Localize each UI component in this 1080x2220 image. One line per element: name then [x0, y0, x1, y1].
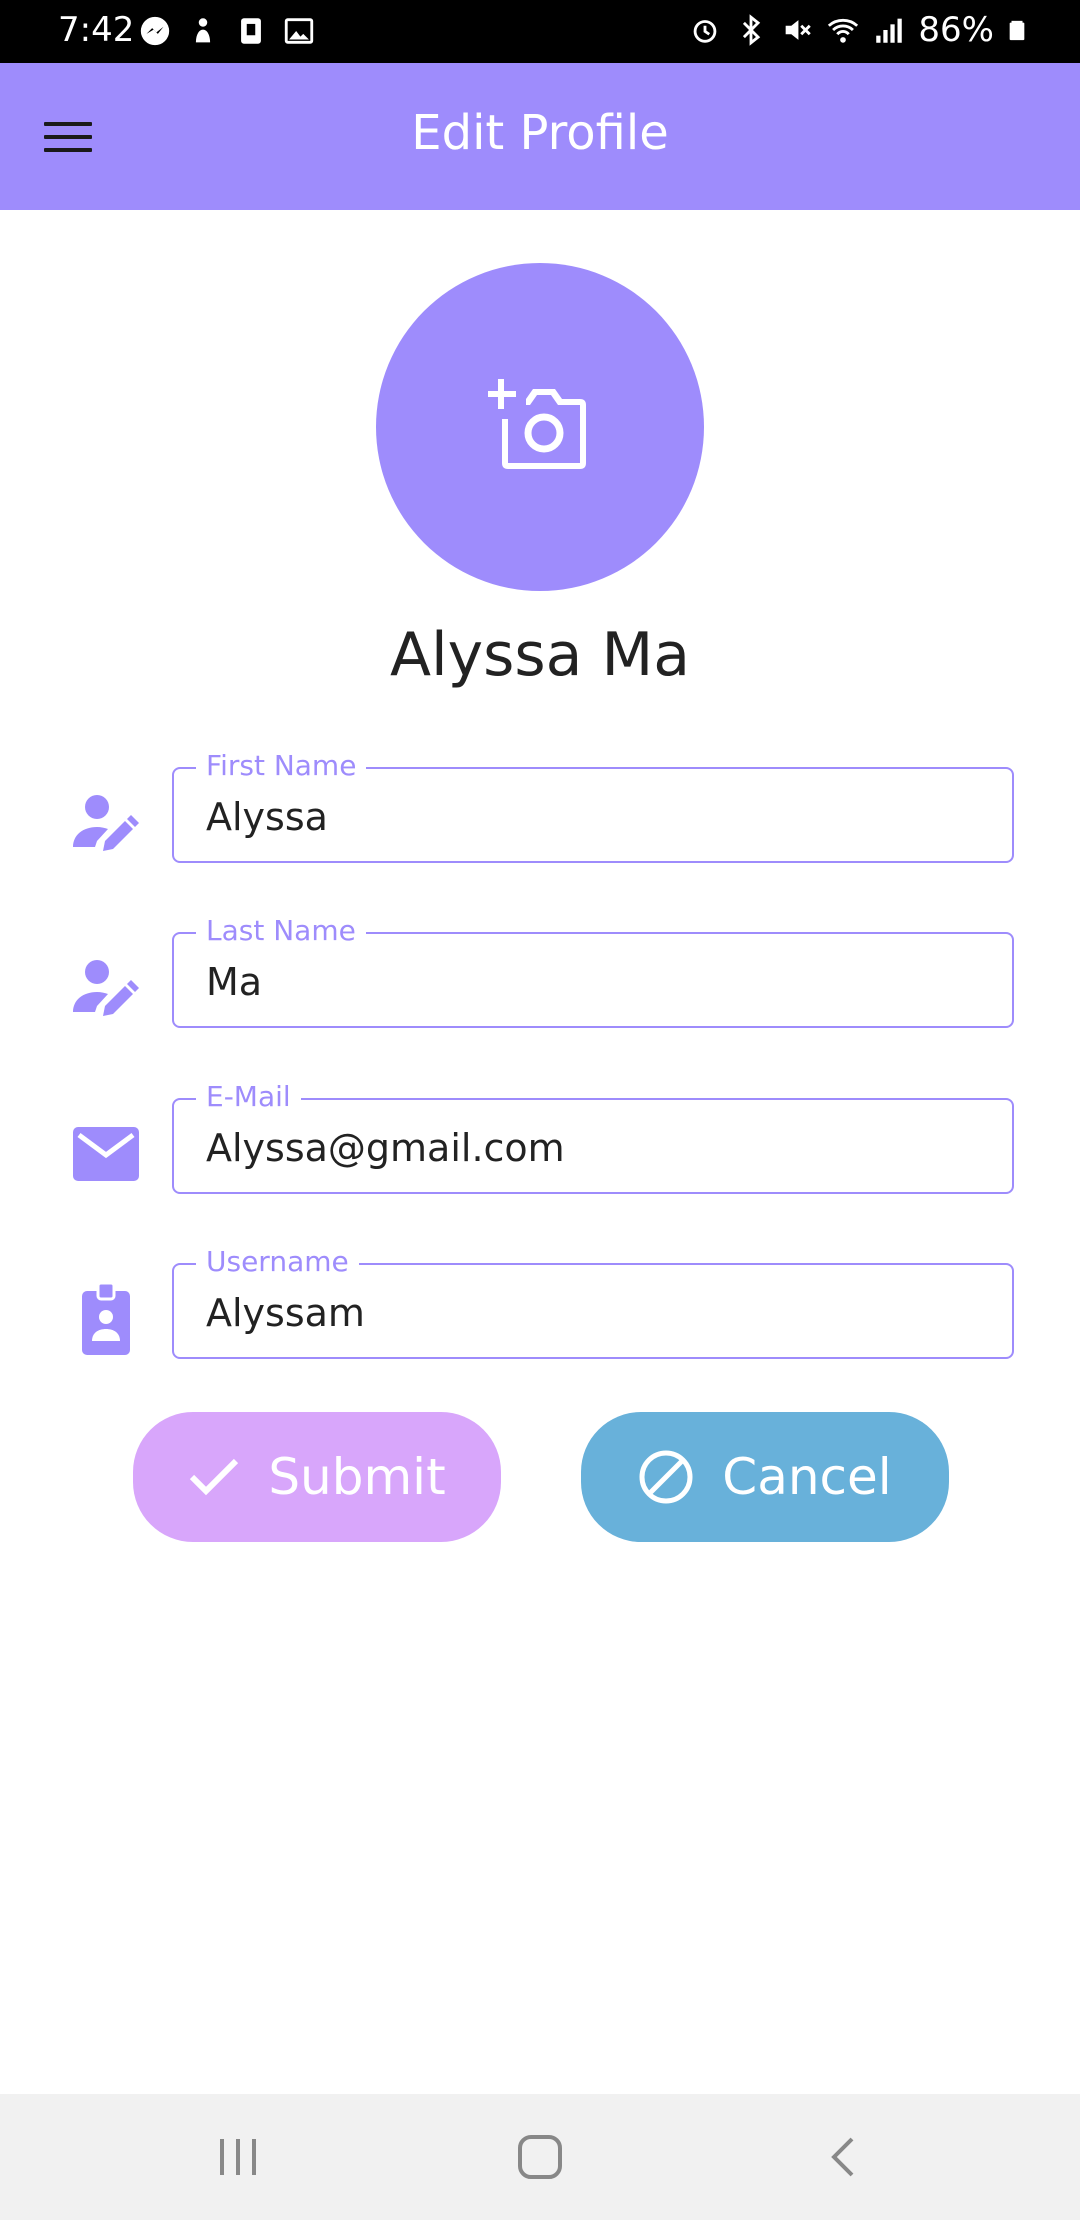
status-time: 7:42	[58, 10, 135, 50]
cancel-button[interactable]: Cancel	[581, 1412, 949, 1542]
username-row: Username	[0, 1245, 1080, 1361]
app-bar: Edit Profile	[0, 63, 1080, 210]
messenger-icon	[140, 16, 170, 46]
status-notification-icons	[138, 14, 316, 48]
submit-button[interactable]: Submit	[133, 1412, 501, 1542]
battery-icon	[1009, 20, 1025, 41]
username-input[interactable]	[206, 1285, 986, 1341]
home-icon	[518, 2135, 562, 2179]
recent-apps-button[interactable]	[198, 2124, 278, 2190]
last-name-label: Last Name	[196, 914, 366, 948]
username-field: Username	[172, 1245, 1014, 1359]
check-icon	[190, 1458, 239, 1496]
first-name-field: First Name	[172, 749, 1014, 863]
mail-icon	[70, 1122, 142, 1186]
gallery-icon	[284, 18, 314, 44]
submit-label: Submit	[268, 1448, 446, 1506]
first-name-input[interactable]	[206, 789, 986, 845]
email-label: E-Mail	[196, 1080, 301, 1114]
email-input[interactable]	[206, 1120, 986, 1176]
avatar-photo-button[interactable]	[376, 263, 704, 591]
back-icon	[831, 2137, 854, 2177]
signal-icon	[876, 18, 903, 43]
status-system-icons: 86%	[688, 10, 1028, 50]
last-name-input[interactable]	[206, 954, 986, 1010]
username-label: Username	[196, 1245, 359, 1279]
first-name-label: First Name	[196, 749, 367, 783]
back-button[interactable]	[803, 2124, 883, 2190]
notification-icon	[195, 18, 211, 43]
last-name-row: Last Name	[0, 914, 1080, 1030]
last-name-field: Last Name	[172, 914, 1014, 1028]
block-icon	[639, 1450, 693, 1504]
cancel-label: Cancel	[722, 1448, 892, 1506]
badge-icon	[70, 1283, 142, 1355]
profile-name: Alyssa Ma	[389, 620, 691, 690]
page-title: Edit Profile	[411, 105, 669, 161]
first-name-row: First Name	[0, 749, 1080, 865]
add-photo-icon	[488, 379, 586, 469]
clipboard-icon	[241, 18, 261, 44]
email-field: E-Mail	[172, 1080, 1014, 1194]
recent-apps-icon	[220, 2139, 256, 2175]
alarm-icon	[694, 20, 717, 43]
person-edit-icon	[70, 791, 142, 855]
mute-icon	[786, 20, 812, 40]
person-edit-icon	[70, 956, 142, 1020]
system-nav-bar	[0, 2094, 1080, 2220]
wifi-icon	[828, 18, 859, 43]
battery-percent: 86%	[918, 10, 994, 50]
home-button[interactable]	[500, 2124, 580, 2190]
status-bar: 7:42 86%	[0, 0, 1080, 63]
bluetooth-icon	[743, 14, 761, 46]
email-row: E-Mail	[0, 1080, 1080, 1196]
